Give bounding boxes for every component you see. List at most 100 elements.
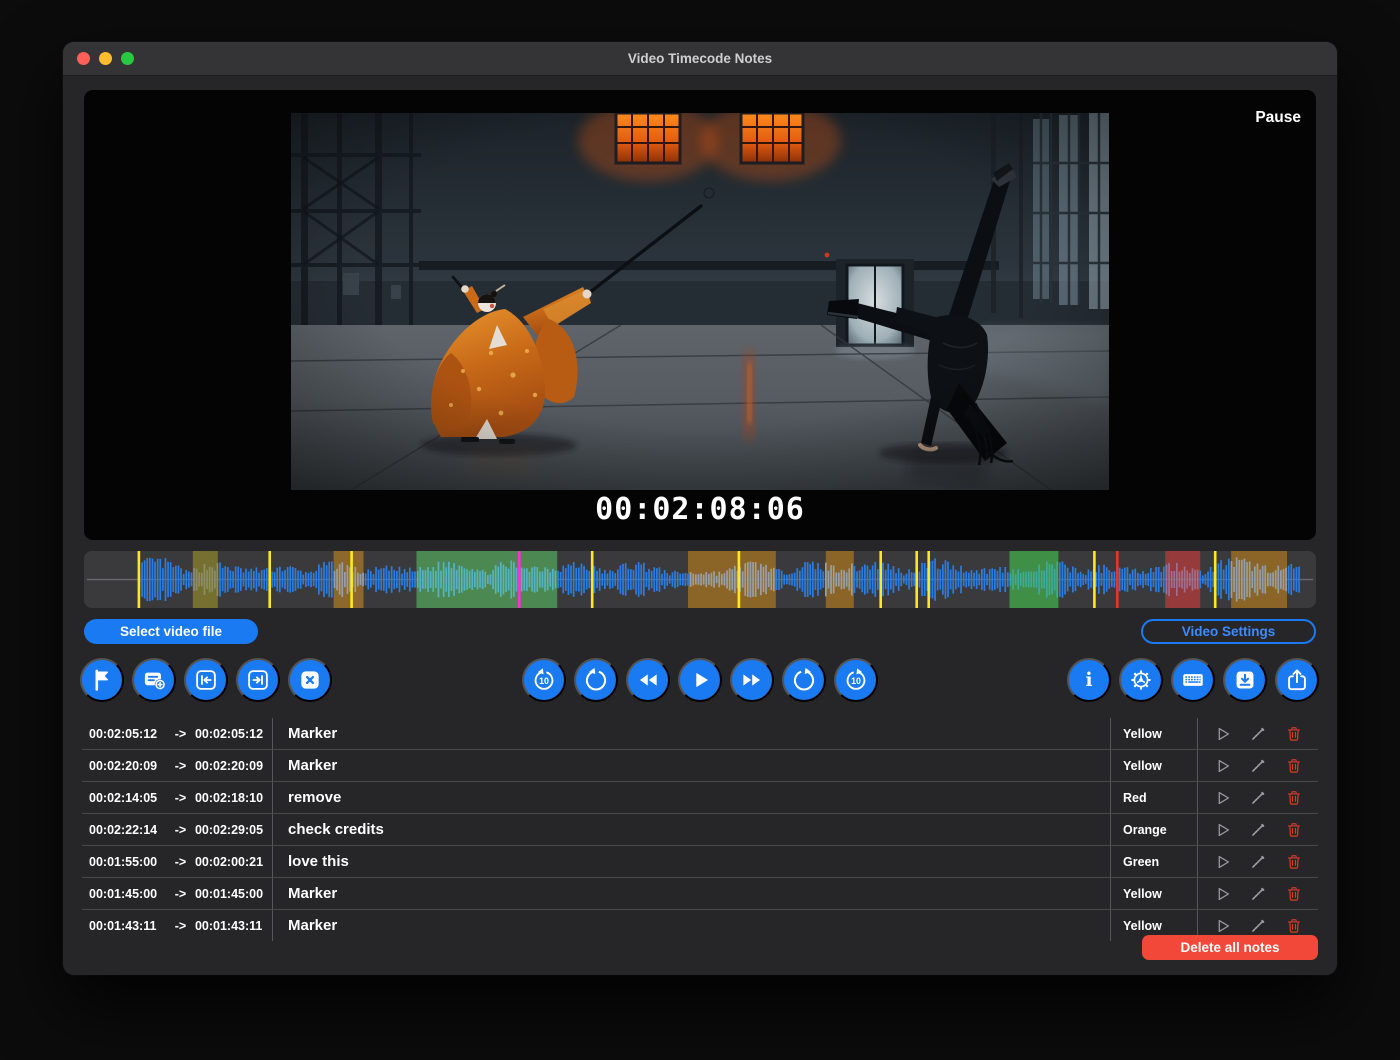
- note-time-range: 00:01:45:00 -> 00:01:45:00: [82, 878, 272, 909]
- keyboard-icon: [1180, 667, 1206, 693]
- import-icon: [1232, 667, 1258, 693]
- waveform-timeline[interactable]: [84, 551, 1316, 608]
- note-start-time: 00:02:14:05: [89, 791, 166, 805]
- replay-button[interactable]: [574, 658, 618, 702]
- flag-button[interactable]: [80, 658, 124, 702]
- video-frame: [291, 113, 1109, 490]
- zoom-window-button[interactable]: [121, 52, 134, 65]
- note-color: Red: [1110, 782, 1197, 813]
- play-button[interactable]: [678, 658, 722, 702]
- edit-note-button[interactable]: [1247, 787, 1269, 809]
- video-settings-button[interactable]: Video Settings: [1141, 619, 1316, 644]
- settings-button[interactable]: [1119, 658, 1163, 702]
- select-video-file-button[interactable]: Select video file: [84, 619, 258, 644]
- note-actions: [1197, 750, 1318, 781]
- note-arrow: ->: [166, 919, 195, 933]
- note-start-time: 00:02:22:14: [89, 823, 166, 837]
- note-label: remove: [272, 782, 1110, 813]
- edit-note-button[interactable]: [1247, 723, 1269, 745]
- note-row: 00:01:55:00 -> 00:02:00:21 love this Gre…: [82, 846, 1318, 878]
- edit-note-button[interactable]: [1247, 755, 1269, 777]
- note-color: Green: [1110, 846, 1197, 877]
- note-row: 00:02:22:14 -> 00:02:29:05 check credits…: [82, 814, 1318, 846]
- play-note-button[interactable]: [1212, 755, 1234, 777]
- note-play-icon: [1214, 917, 1232, 935]
- skip-back-10-button[interactable]: 10: [522, 658, 566, 702]
- note-label: Marker: [272, 910, 1110, 941]
- jump-to-start-button[interactable]: [184, 658, 228, 702]
- note-trash-icon: [1285, 725, 1303, 743]
- add-note-button[interactable]: [132, 658, 176, 702]
- jump-to-end-button[interactable]: [236, 658, 280, 702]
- note-trash-icon: [1285, 789, 1303, 807]
- note-label: Marker: [272, 878, 1110, 909]
- loop-button[interactable]: [782, 658, 826, 702]
- note-label: love this: [272, 846, 1110, 877]
- note-start-time: 00:02:05:12: [89, 727, 166, 741]
- toolbar-left: [80, 658, 332, 702]
- keyboard-button[interactable]: [1171, 658, 1215, 702]
- share-icon: [1284, 667, 1310, 693]
- play-note-button[interactable]: [1212, 851, 1234, 873]
- play-note-button[interactable]: [1212, 883, 1234, 905]
- svg-text:10: 10: [851, 676, 861, 686]
- edit-note-button[interactable]: [1247, 851, 1269, 873]
- note-row: 00:02:14:05 -> 00:02:18:10 remove Red: [82, 782, 1318, 814]
- import-button[interactable]: [1223, 658, 1267, 702]
- note-start-time: 00:01:55:00: [89, 855, 166, 869]
- delete-note-button[interactable]: [1283, 723, 1305, 745]
- note-edit-icon: [1249, 853, 1267, 871]
- close-window-button[interactable]: [77, 52, 90, 65]
- svg-text:10: 10: [539, 676, 549, 686]
- note-actions: [1197, 814, 1318, 845]
- note-arrow: ->: [166, 823, 195, 837]
- clear-markers-button[interactable]: [288, 658, 332, 702]
- delete-all-notes-button[interactable]: Delete all notes: [1142, 935, 1318, 960]
- note-end-time: 00:01:45:00: [195, 887, 272, 901]
- info-button[interactable]: i: [1067, 658, 1111, 702]
- note-arrow: ->: [166, 887, 195, 901]
- note-end-time: 00:02:18:10: [195, 791, 272, 805]
- note-time-range: 00:01:55:00 -> 00:02:00:21: [82, 846, 272, 877]
- note-label: Marker: [272, 750, 1110, 781]
- note-arrow: ->: [166, 727, 195, 741]
- note-trash-icon: [1285, 885, 1303, 903]
- play-note-button[interactable]: [1212, 915, 1234, 937]
- pause-button[interactable]: Pause: [1255, 109, 1301, 127]
- delete-note-button[interactable]: [1283, 755, 1305, 777]
- delete-note-button[interactable]: [1283, 851, 1305, 873]
- note-trash-icon: [1285, 757, 1303, 775]
- note-actions: [1197, 846, 1318, 877]
- delete-note-button[interactable]: [1283, 819, 1305, 841]
- edit-note-button[interactable]: [1247, 883, 1269, 905]
- note-play-icon: [1214, 821, 1232, 839]
- note-arrow: ->: [166, 759, 195, 773]
- delete-note-button[interactable]: [1283, 787, 1305, 809]
- note-edit-icon: [1249, 757, 1267, 775]
- skip-forward-10-button[interactable]: 10: [834, 658, 878, 702]
- note-play-icon: [1214, 789, 1232, 807]
- note-color: Orange: [1110, 814, 1197, 845]
- fast-forward-button[interactable]: [730, 658, 774, 702]
- skip-forward-10-icon: 10: [843, 667, 869, 693]
- note-trash-icon: [1285, 853, 1303, 871]
- edit-note-button[interactable]: [1247, 915, 1269, 937]
- note-play-icon: [1214, 885, 1232, 903]
- fast-forward-icon: [739, 667, 765, 693]
- rewind-icon: [635, 667, 661, 693]
- clear-markers-icon: [297, 667, 323, 693]
- note-time-range: 00:02:22:14 -> 00:02:29:05: [82, 814, 272, 845]
- flag-icon: [89, 667, 115, 693]
- play-note-button[interactable]: [1212, 787, 1234, 809]
- play-note-button[interactable]: [1212, 723, 1234, 745]
- share-button[interactable]: [1275, 658, 1319, 702]
- edit-note-button[interactable]: [1247, 819, 1269, 841]
- delete-note-button[interactable]: [1283, 883, 1305, 905]
- delete-note-button[interactable]: [1283, 915, 1305, 937]
- note-end-time: 00:02:05:12: [195, 727, 272, 741]
- note-time-range: 00:02:20:09 -> 00:02:20:09: [82, 750, 272, 781]
- jump-to-start-icon: [193, 667, 219, 693]
- play-note-button[interactable]: [1212, 819, 1234, 841]
- rewind-button[interactable]: [626, 658, 670, 702]
- minimize-window-button[interactable]: [99, 52, 112, 65]
